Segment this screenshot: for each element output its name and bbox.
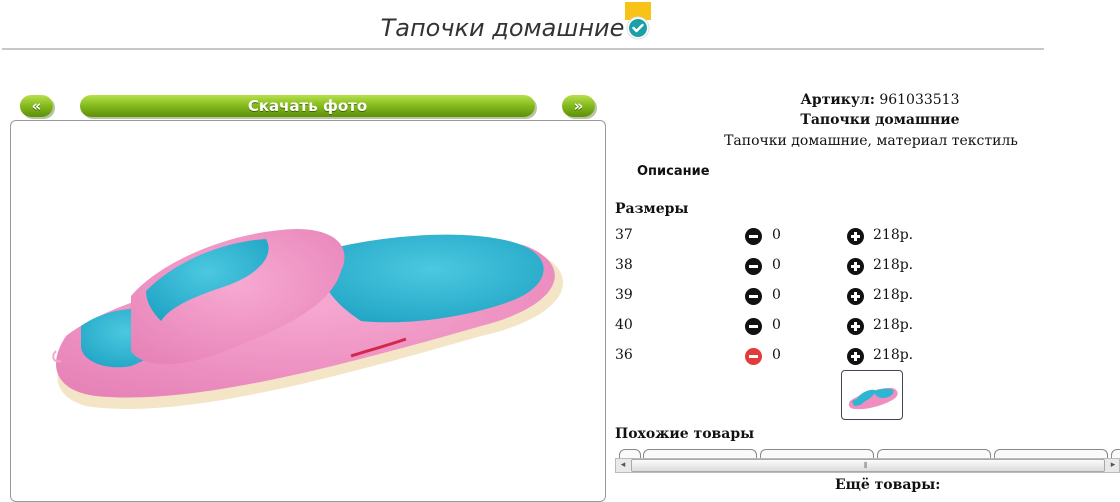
plus-icon[interactable] — [847, 288, 864, 305]
quantity-value: 0 — [772, 227, 781, 243]
price-value: 218р. — [873, 347, 914, 363]
product-photo[interactable] — [11, 121, 605, 501]
size-row: 38 0 218р. — [615, 257, 935, 279]
sizes-heading: Размеры — [615, 201, 689, 217]
price-value: 218р. — [873, 257, 914, 273]
plus-icon[interactable] — [847, 258, 864, 275]
scroll-right-arrow-icon[interactable]: ▸ — [1106, 459, 1120, 472]
minus-icon[interactable] — [745, 228, 762, 245]
page-title: Тапочки домашние — [380, 14, 625, 42]
product-thumbnail[interactable] — [841, 370, 903, 420]
plus-icon[interactable] — [847, 348, 864, 365]
plus-icon[interactable] — [847, 318, 864, 335]
article-value: 961033513 — [879, 92, 960, 108]
product-name: Тапочки домашние — [800, 112, 960, 128]
price-value: 218р. — [873, 227, 914, 243]
size-row: 37 0 218р. — [615, 227, 935, 249]
quantity-value: 0 — [772, 347, 781, 363]
more-products-heading: Ещё товары: — [835, 477, 941, 493]
similar-products-heading: Похожие товары — [615, 426, 755, 442]
scroll-left-arrow-icon[interactable]: ◂ — [616, 459, 630, 472]
previous-photo-button[interactable]: « — [20, 95, 53, 117]
title-divider — [2, 48, 1044, 50]
minus-icon[interactable] — [745, 348, 762, 365]
tab-description[interactable]: Описание — [637, 164, 710, 179]
size-row: 36 0 218р. — [615, 347, 935, 369]
size-label: 39 — [615, 287, 633, 303]
price-value: 218р. — [873, 317, 914, 333]
quantity-value: 0 — [772, 257, 781, 273]
size-label: 40 — [615, 317, 633, 333]
quantity-value: 0 — [772, 287, 781, 303]
plus-icon[interactable] — [847, 228, 864, 245]
article-line: Артикул: 961033513 — [610, 92, 1120, 108]
product-description: Тапочки домашние, материал текстиль — [724, 133, 1018, 149]
minus-icon[interactable] — [745, 318, 762, 335]
size-row: 40 0 218р. — [615, 317, 935, 339]
size-label: 36 — [615, 347, 633, 363]
scrollbar-thumb[interactable] — [631, 459, 1105, 472]
verified-badge-icon — [625, 2, 651, 40]
minus-icon[interactable] — [745, 288, 762, 305]
scrollbar-grip: ⦀ — [864, 461, 867, 470]
minus-icon[interactable] — [745, 258, 762, 275]
article-label: Артикул: — [800, 92, 875, 108]
download-photo-button[interactable]: Скачать фото — [80, 95, 535, 117]
size-label: 38 — [615, 257, 633, 273]
size-row: 39 0 218р. — [615, 287, 935, 309]
size-label: 37 — [615, 227, 633, 243]
quantity-value: 0 — [772, 317, 781, 333]
product-photo-frame — [10, 120, 606, 502]
next-photo-button[interactable]: » — [562, 95, 595, 117]
price-value: 218р. — [873, 287, 914, 303]
